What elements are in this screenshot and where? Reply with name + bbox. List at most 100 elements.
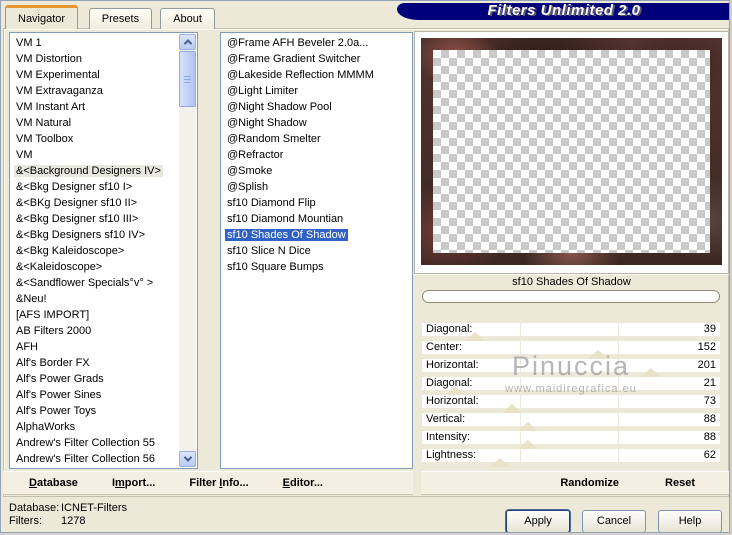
filter-item[interactable]: @Splish bbox=[223, 179, 410, 195]
randomize-button[interactable]: Randomize bbox=[560, 477, 619, 489]
category-item[interactable]: Andrew's Filter Collection 56 bbox=[12, 451, 178, 466]
filters-unlimited-window: Filters Unlimited 2.0 VM 1 VM Distortion V… bbox=[0, 0, 730, 533]
transparency-checkerboard bbox=[433, 50, 710, 253]
category-item-label: &<BKg Designer sf10 II> bbox=[16, 197, 138, 209]
filter-item-label: @Lakeside Reflection MMMM bbox=[227, 69, 374, 81]
slider-value: 21 bbox=[703, 377, 716, 389]
category-item[interactable]: Alf's Border FX bbox=[12, 355, 178, 371]
slider-thumb[interactable] bbox=[518, 440, 538, 449]
category-item[interactable]: VM Toolbox bbox=[12, 131, 178, 147]
slider-value: 201 bbox=[697, 359, 716, 371]
category-item[interactable]: &Neu! bbox=[12, 291, 178, 307]
filter-item[interactable]: @Refractor bbox=[223, 147, 410, 163]
category-item-label: AB Filters 2000 bbox=[16, 325, 92, 337]
selected-filter-caption: sf10 Shades Of Shadow bbox=[414, 274, 729, 289]
category-item[interactable]: VM 1 bbox=[12, 35, 178, 51]
slider-row[interactable]: Lightness: 62 bbox=[422, 449, 720, 462]
editor-button[interactable]: Editor... bbox=[283, 477, 323, 489]
filter-item[interactable]: sf10 Diamond Mountian bbox=[223, 211, 410, 227]
tab-presets[interactable]: Presets bbox=[88, 8, 153, 29]
slider-thumb[interactable] bbox=[465, 332, 485, 341]
scroll-down-button[interactable] bbox=[179, 451, 196, 467]
scrollbar-thumb[interactable] bbox=[179, 51, 196, 107]
tab-about[interactable]: About bbox=[160, 8, 215, 29]
slider-row[interactable]: Intensity: 88 bbox=[422, 431, 720, 444]
category-list-items: VM 1 VM Distortion VM Experimental VM Extra… bbox=[12, 35, 178, 466]
filter-item-label: sf10 Square Bumps bbox=[227, 261, 324, 273]
category-item[interactable]: Alf's Power Sines bbox=[12, 387, 178, 403]
slider-thumb[interactable] bbox=[518, 422, 538, 431]
category-item[interactable]: AB Filters 2000 bbox=[12, 323, 178, 339]
help-button[interactable]: Help bbox=[658, 510, 722, 532]
filter-item[interactable]: @Lakeside Reflection MMMM bbox=[223, 67, 410, 83]
slider-value: 39 bbox=[703, 323, 716, 335]
category-item[interactable]: Andrew's Filter Collection 55 bbox=[12, 435, 178, 451]
filter-item[interactable]: @Light Limiter bbox=[223, 83, 410, 99]
filter-item[interactable]: sf10 Diamond Flip bbox=[223, 195, 410, 211]
import-button[interactable]: Import... bbox=[112, 477, 155, 489]
category-item[interactable]: &<Bkg Designer sf10 I> bbox=[12, 179, 178, 195]
category-listbox[interactable]: VM 1 VM Distortion VM Experimental VM Extra… bbox=[9, 32, 198, 469]
category-item[interactable]: VM bbox=[12, 147, 178, 163]
filter-item[interactable]: sf10 Square Bumps bbox=[223, 259, 410, 275]
category-item[interactable]: VM Natural bbox=[12, 115, 178, 131]
filter-item[interactable]: sf10 Shades Of Shadow bbox=[223, 227, 410, 243]
category-item-label: AlphaWorks bbox=[16, 421, 76, 433]
category-item[interactable]: VM Instant Art bbox=[12, 99, 178, 115]
category-item[interactable]: VM Experimental bbox=[12, 67, 178, 83]
category-item[interactable]: &<BKg Designer sf10 II> bbox=[12, 195, 178, 211]
slider-thumb[interactable] bbox=[641, 368, 661, 377]
filter-item-label: @Night Shadow Pool bbox=[227, 101, 332, 113]
filter-item[interactable]: sf10 Slice N Dice bbox=[223, 243, 410, 259]
button-label: E bbox=[282, 477, 290, 489]
category-scrollbar[interactable] bbox=[179, 34, 196, 467]
category-item[interactable]: VM Extravaganza bbox=[12, 83, 178, 99]
category-item[interactable]: AlphaWorks bbox=[12, 419, 178, 435]
category-item[interactable]: &<Bkg Kaleidoscope> bbox=[12, 243, 178, 259]
filter-item[interactable]: @Frame AFH Beveler 2.0a... bbox=[223, 35, 410, 51]
scroll-up-button[interactable] bbox=[179, 34, 196, 50]
category-item-label: Alf's Power Sines bbox=[16, 389, 102, 401]
category-item[interactable]: &<Bkg Designer sf10 III> bbox=[12, 211, 178, 227]
filter-info-button[interactable]: Filter Info... bbox=[189, 477, 248, 489]
database-button[interactable]: Database bbox=[29, 477, 78, 489]
slider-thumb[interactable] bbox=[502, 404, 522, 413]
filter-item[interactable]: @Frame Gradient Switcher bbox=[223, 51, 410, 67]
slider-row[interactable]: Horizontal: 201 bbox=[422, 359, 720, 372]
slider-thumb[interactable] bbox=[588, 350, 608, 359]
slider-thumb[interactable] bbox=[490, 458, 510, 467]
category-item[interactable]: &<Background Designers IV> bbox=[12, 163, 178, 179]
filter-listbox[interactable]: @Frame AFH Beveler 2.0a... @Frame Gradien… bbox=[220, 32, 413, 469]
slider-row[interactable]: Horizontal: 73 bbox=[422, 395, 720, 408]
tab-navigator[interactable]: Navigator bbox=[5, 5, 79, 29]
category-item-label: Alf's Power Toys bbox=[16, 405, 97, 417]
button-label: Filter bbox=[189, 477, 220, 489]
preview-frame-image bbox=[421, 38, 722, 265]
filter-item-label: @Splish bbox=[227, 181, 269, 193]
category-item[interactable]: [AFS IMPORT] bbox=[12, 307, 178, 323]
cancel-button[interactable]: Cancel bbox=[582, 510, 646, 532]
filter-item[interactable]: @Random Smelter bbox=[223, 131, 410, 147]
slider-label: Vertical: bbox=[426, 413, 466, 425]
category-item[interactable]: &<Sandflower Specials°v° > bbox=[12, 275, 178, 291]
slider-row[interactable]: Vertical: 88 bbox=[422, 413, 720, 426]
slider-row[interactable]: Center: 152 bbox=[422, 341, 720, 354]
filter-item[interactable]: @Smoke bbox=[223, 163, 410, 179]
chevron-down-icon bbox=[183, 453, 192, 462]
slider-value: 73 bbox=[703, 395, 716, 407]
category-item[interactable]: AFH bbox=[12, 339, 178, 355]
slider-row[interactable]: Diagonal: 21 bbox=[422, 377, 720, 390]
category-item-label: VM bbox=[16, 149, 33, 161]
category-item[interactable]: Alf's Power Toys bbox=[12, 403, 178, 419]
category-item[interactable]: &<Kaleidoscope> bbox=[12, 259, 178, 275]
category-item[interactable]: VM Distortion bbox=[12, 51, 178, 67]
reset-button[interactable]: Reset bbox=[665, 477, 695, 489]
apply-button[interactable]: Apply bbox=[506, 510, 570, 532]
filter-item[interactable]: @Night Shadow Pool bbox=[223, 99, 410, 115]
slider-label: Center: bbox=[426, 341, 463, 353]
category-item-label: &<Bkg Designers sf10 IV> bbox=[16, 229, 146, 241]
category-item[interactable]: &<Bkg Designers sf10 IV> bbox=[12, 227, 178, 243]
slider-thumb[interactable] bbox=[445, 386, 465, 395]
category-item[interactable]: Alf's Power Grads bbox=[12, 371, 178, 387]
filter-item[interactable]: @Night Shadow bbox=[223, 115, 410, 131]
